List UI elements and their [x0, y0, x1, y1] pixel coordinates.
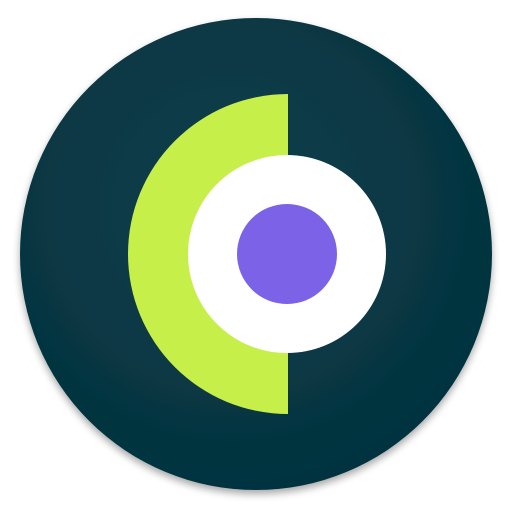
app-launcher-icon[interactable] [0, 0, 512, 512]
icon-canvas [0, 0, 512, 512]
center-dot [237, 204, 337, 304]
